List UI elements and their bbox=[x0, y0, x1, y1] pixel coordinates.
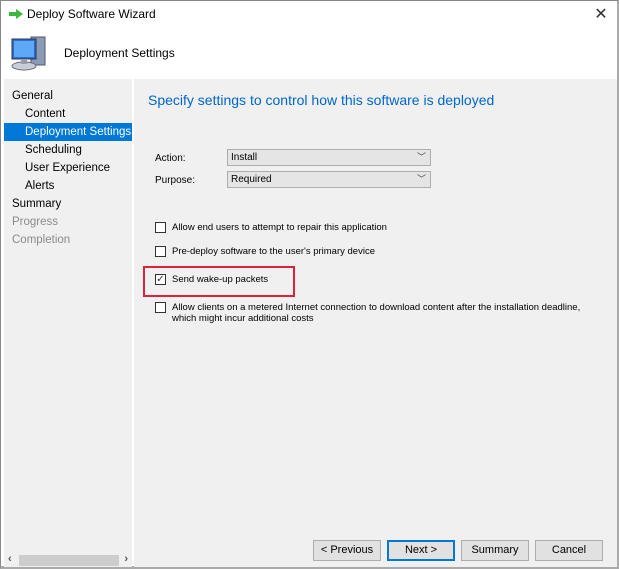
checkbox-label: Send wake-up packets bbox=[172, 274, 269, 285]
summary-button[interactable]: Summary bbox=[461, 540, 529, 561]
wizard-window: Deploy Software Wizard ✕ Deployment Sett… bbox=[0, 0, 619, 569]
chevron-down-icon: ﹀ bbox=[416, 174, 426, 184]
nav-item-deployment-settings[interactable]: Deployment Settings bbox=[4, 123, 132, 141]
next-button[interactable]: Next > bbox=[387, 540, 455, 561]
wakeup-checkbox[interactable]: ✓ Send wake-up packets bbox=[155, 274, 595, 285]
title-bar: Deploy Software Wizard ✕ bbox=[1, 1, 617, 29]
settings-panel: Specify settings to control how this sof… bbox=[134, 79, 617, 567]
purpose-label: Purpose: bbox=[155, 175, 196, 186]
scroll-left-icon[interactable]: ‹ bbox=[8, 553, 12, 565]
nav-item-progress[interactable]: Progress bbox=[4, 213, 132, 231]
checkbox-label: Allow end users to attempt to repair thi… bbox=[172, 222, 387, 233]
nav-item-general[interactable]: General bbox=[4, 87, 132, 105]
checkbox-box[interactable] bbox=[155, 246, 166, 257]
window-title: Deploy Software Wizard bbox=[27, 7, 156, 21]
scroll-right-icon[interactable]: › bbox=[124, 553, 128, 565]
predeploy-checkbox[interactable]: Pre-deploy software to the user's primar… bbox=[155, 246, 595, 257]
computer-icon bbox=[11, 36, 46, 71]
scrollbar-thumb[interactable] bbox=[19, 555, 119, 566]
page-header-title: Deployment Settings bbox=[64, 46, 175, 60]
cancel-button[interactable]: Cancel bbox=[535, 540, 603, 561]
nav-item-user-experience[interactable]: User Experience bbox=[4, 159, 132, 177]
checkbox-box[interactable] bbox=[155, 302, 166, 313]
repair-checkbox[interactable]: Allow end users to attempt to repair thi… bbox=[155, 222, 595, 233]
page-heading: Specify settings to control how this sof… bbox=[148, 92, 495, 108]
green-arrow-icon bbox=[9, 9, 23, 19]
purpose-value: Required bbox=[231, 174, 272, 185]
checkbox-label: Allow clients on a metered Internet conn… bbox=[172, 302, 581, 324]
wizard-nav-panel: General Content Deployment Settings Schedul… bbox=[4, 79, 132, 567]
action-value: Install bbox=[231, 152, 258, 163]
nav-item-content[interactable]: Content bbox=[4, 105, 132, 123]
metered-checkbox[interactable]: Allow clients on a metered Internet conn… bbox=[155, 302, 600, 324]
action-label: Action: bbox=[155, 153, 186, 164]
nav-item-alerts[interactable]: Alerts bbox=[4, 177, 132, 195]
nav-item-scheduling[interactable]: Scheduling bbox=[4, 141, 132, 159]
close-button[interactable]: ✕ bbox=[591, 4, 611, 24]
action-select[interactable]: Install ﹀ bbox=[227, 149, 431, 166]
checkbox-box[interactable] bbox=[155, 222, 166, 233]
wizard-nav: General Content Deployment Settings Schedul… bbox=[4, 87, 132, 249]
nav-item-summary[interactable]: Summary bbox=[4, 195, 132, 213]
checkbox-label: Pre-deploy software to the user's primar… bbox=[172, 246, 375, 257]
horizontal-scrollbar[interactable]: ‹ › bbox=[4, 553, 132, 567]
checkmark-icon[interactable]: ✓ bbox=[155, 274, 166, 285]
previous-button[interactable]: < Previous bbox=[313, 540, 381, 561]
chevron-down-icon: ﹀ bbox=[416, 152, 426, 162]
nav-item-completion[interactable]: Completion bbox=[4, 231, 132, 249]
purpose-select[interactable]: Required ﹀ bbox=[227, 171, 431, 188]
